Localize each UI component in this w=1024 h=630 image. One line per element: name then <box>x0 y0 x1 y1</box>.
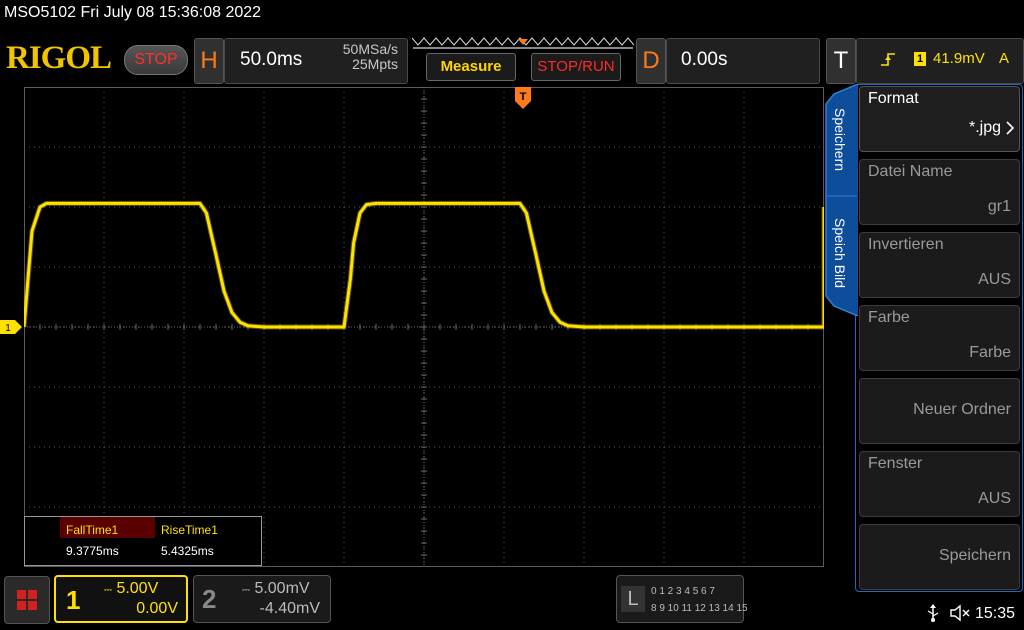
trigger-source-badge: 1 <box>914 52 926 66</box>
menu-item-invertieren[interactable]: Invertieren AUS <box>859 232 1020 298</box>
run-state-badge[interactable]: STOP <box>124 45 188 75</box>
menu-item-label: Farbe <box>868 309 910 326</box>
main-menu-button[interactable] <box>4 576 50 624</box>
delay-menu-button[interactable]: D <box>636 38 666 84</box>
menu-item-value: gr1 <box>987 198 1011 215</box>
rigol-logo: RIGOL <box>6 40 112 76</box>
menu-item-label: Format <box>868 90 919 107</box>
measurement-value: 9.3775ms <box>66 544 119 558</box>
stop-run-button[interactable]: STOP/RUN <box>531 53 621 81</box>
measurement-value: 5.4325ms <box>161 544 214 558</box>
memory-position-ruler <box>412 37 634 49</box>
grid-icon <box>17 590 37 610</box>
timebase-value: 50.0ms <box>240 49 303 70</box>
channel-2-number: 2 <box>202 584 217 614</box>
channel-2-status[interactable]: 2 ⎓ 5.00mV -4.40mV <box>193 575 331 623</box>
ch1-marker-label: 1 <box>5 323 11 334</box>
menu-item-value: Farbe <box>969 344 1011 361</box>
side-menu-tabs[interactable]: Speichern Speich Bild <box>824 84 858 316</box>
trigger-menu-button[interactable]: T <box>826 38 856 84</box>
trigger-position-marker[interactable]: T <box>515 87 531 109</box>
menu-item-label: Fenster <box>868 455 923 472</box>
menu-item-value: *.jpg <box>968 119 1001 136</box>
measurement-panel[interactable]: FallTime1 RiseTime1 9.3775ms 5.4325ms <box>24 516 262 566</box>
speaker-muted-icon[interactable] <box>950 604 970 622</box>
horizontal-menu-button[interactable]: H <box>194 38 224 84</box>
delay-value: 0.00s <box>681 49 728 70</box>
channel-1-offset: 0.00V <box>136 600 178 617</box>
trigger-marker-label: T <box>520 91 527 103</box>
sample-rate-info: 50MSa/s 25Mpts <box>320 42 398 72</box>
trigger-level: 41.9mV <box>933 50 985 67</box>
window-title: MSO5102 Fri July 08 15:36:08 2022 <box>4 4 262 21</box>
channel-2-offset: -4.40mV <box>259 600 320 617</box>
channel-1-scale: ⎓ 5.00V <box>104 580 159 597</box>
measure-button[interactable]: Measure <box>426 53 516 81</box>
chevron-right-icon <box>1006 121 1015 135</box>
menu-item-datei-name[interactable]: Datei Name gr1 <box>859 159 1020 225</box>
menu-item-value: AUS <box>978 490 1011 507</box>
menu-item-value: AUS <box>978 271 1011 288</box>
menu-item-value: Speichern <box>938 547 1011 564</box>
dc-coupling-icon: ⎓ <box>242 585 250 596</box>
menu-item-neuer-ordner[interactable]: Neuer Ordner <box>859 378 1020 444</box>
measurement-name: RiseTime1 <box>155 517 255 538</box>
usb-icon <box>927 604 939 622</box>
trigger-mode: A <box>999 50 1010 67</box>
menu-item-label: Datei Name <box>868 163 953 180</box>
menu-item-fenster[interactable]: Fenster AUS <box>859 451 1020 517</box>
waveform-display[interactable] <box>24 87 824 567</box>
measurement-name: FallTime1 <box>60 517 155 538</box>
rising-edge-icon <box>881 53 895 66</box>
digital-channels-row-2: 8 9 10 11 12 13 14 15 <box>651 603 748 614</box>
ch1-offset-marker[interactable]: 1 <box>0 320 22 334</box>
channel-1-number: 1 <box>66 585 81 615</box>
menu-item-format[interactable]: Format *.jpg <box>859 86 1020 152</box>
menu-item-label: Invertieren <box>868 236 944 253</box>
sample-rate: 50MSa/s <box>342 41 398 57</box>
system-clock: 15:35 <box>975 605 1016 622</box>
memory-depth: 25Mpts <box>352 56 398 72</box>
channel-1-status[interactable]: 1 ⎓ 5.00V 0.00V <box>54 575 188 623</box>
menu-item-value: Neuer Ordner <box>913 401 1011 418</box>
tab-speich-bild: Speich Bild <box>832 218 848 288</box>
digital-channels-row-1: 0 1 2 3 4 5 6 7 <box>651 586 715 597</box>
menu-item-speichern[interactable]: Speichern <box>859 524 1020 590</box>
channel-2-scale: ⎓ 5.00mV <box>242 580 310 597</box>
dc-coupling-icon: ⎓ <box>104 585 112 596</box>
menu-item-farbe[interactable]: Farbe Farbe <box>859 305 1020 371</box>
logic-analyzer-status[interactable]: L 0 1 2 3 4 5 6 7 8 9 10 11 12 13 14 15 <box>616 575 748 623</box>
logic-analyzer-letter: L <box>621 586 645 612</box>
tab-speichern: Speichern <box>832 108 848 171</box>
